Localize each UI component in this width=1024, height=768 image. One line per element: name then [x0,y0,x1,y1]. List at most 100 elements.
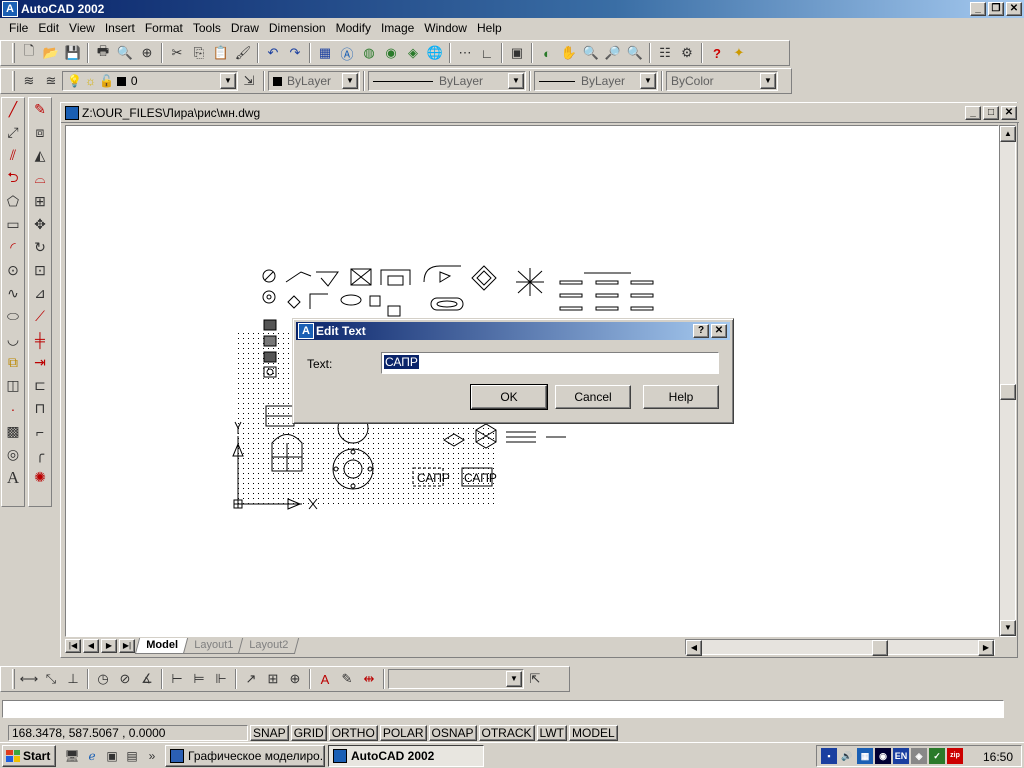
dimension-style-combo[interactable]: ▼ [388,669,524,689]
ucs-icon[interactable]: ∟ [476,42,498,64]
scroll-thumb[interactable] [1000,384,1016,400]
circle-icon[interactable]: ⊙ [2,259,24,282]
app-title-bar[interactable]: A AutoCAD 2002 _ ❐ ✕ [0,0,1024,18]
mirror-icon[interactable]: ◭ [29,144,51,167]
rotate-icon[interactable]: ↻ [29,236,51,259]
more-icon[interactable]: » [142,746,162,766]
insert-block-icon[interactable]: ⧉ [2,351,24,374]
first-tab-icon[interactable]: |◀ [65,639,81,653]
help-icon[interactable]: ? [706,42,728,64]
task-button-word[interactable]: Графическое моделиро... [165,744,325,767]
osnap-button[interactable]: OSNAP [428,725,477,741]
3d-orbit-icon[interactable]: ◐ [536,42,558,64]
angular-dimension-icon[interactable]: ∡ [136,668,158,690]
show-desktop-icon[interactable]: 🖥 [62,746,82,766]
ortho-button[interactable]: ORTHO [328,725,378,741]
tray-app4-icon[interactable]: ✓ [929,748,945,764]
menu-edit[interactable]: Edit [33,19,64,37]
dimension-style-icon[interactable]: ⇱ [524,668,546,690]
cut-icon[interactable]: ✂ [166,42,188,64]
publish-icon[interactable]: ⊕ [136,42,158,64]
fillet-icon[interactable]: ╭ [29,443,51,466]
menu-file[interactable]: File [4,19,33,37]
region-icon[interactable]: ◎ [2,443,24,466]
redo-icon[interactable]: ↷ [284,42,306,64]
aligned-dimension-icon[interactable]: ⤡ [40,668,62,690]
toolbar-grip[interactable] [12,71,15,91]
tab-layout2[interactable]: Layout2 [237,638,300,654]
ellipse-arc-icon[interactable]: ◡ [2,328,24,351]
vertical-scrollbar[interactable]: ▲ ▼ [999,125,1016,637]
undo-icon[interactable]: ↶ [262,42,284,64]
stretch-icon[interactable]: ⊿ [29,282,51,305]
web-icon[interactable]: ◍ [358,42,380,64]
menu-dimension[interactable]: Dimension [264,19,331,37]
restore-button[interactable]: ❐ [988,2,1004,16]
construction-line-icon[interactable]: ⤢ [2,121,24,144]
ellipse-icon[interactable]: ⬭ [2,305,24,328]
color-combo[interactable]: ByLayer ▼ [268,71,360,91]
lwt-button[interactable]: LWT [536,725,567,741]
tolerance-icon[interactable]: ⊞ [262,668,284,690]
adcenter-icon[interactable]: ⚙ [676,42,698,64]
dimension-edit-icon[interactable]: A [314,668,336,690]
tab-model[interactable]: Model [134,638,189,654]
drawing-doc-icon[interactable] [65,106,79,120]
today-icon[interactable]: ✦ [728,42,750,64]
baseline-dimension-icon[interactable]: ⊨ [188,668,210,690]
dimension-update-icon[interactable]: ⇹ [358,668,380,690]
keyboard-layout-indicator[interactable]: EN [893,748,909,764]
rectangle-icon[interactable]: ▭ [2,213,24,236]
sample-text[interactable]: САПР [464,471,497,485]
diameter-dimension-icon[interactable]: ⊘ [114,668,136,690]
trim-icon[interactable]: ╪ [29,328,51,351]
arc-icon[interactable]: ◜ [2,236,24,259]
scale-icon[interactable]: ⊡ [29,259,51,282]
linetype-combo[interactable]: ByLayer ▼ [368,71,526,91]
open-icon[interactable]: 📂 [40,42,62,64]
chevron-down-icon[interactable]: ▼ [760,73,776,89]
break-icon[interactable]: ⊏ [29,374,51,397]
linear-dimension-icon[interactable]: ⟷ [18,668,40,690]
globe-icon[interactable]: 🌐 [424,42,446,64]
close-button[interactable]: ✕ [1006,2,1022,16]
chevron-down-icon[interactable]: ▼ [508,73,524,89]
quick-dimension-icon[interactable]: ⊢ [166,668,188,690]
multiline-icon[interactable]: ⫽ [2,144,24,167]
zip-icon[interactable]: zip [947,748,963,764]
toolbar-grip[interactable] [12,43,15,63]
leader-icon[interactable]: ↗ [240,668,262,690]
offset-icon[interactable]: ⌓ [29,167,51,190]
menu-image[interactable]: Image [376,19,419,37]
named-views-icon[interactable]: ▣ [506,42,528,64]
help-button[interactable]: Help [643,385,719,409]
point-icon[interactable]: · [2,397,24,420]
dialog-close-button[interactable]: ✕ [711,324,727,338]
grid-button[interactable]: GRID [290,725,327,741]
drawing-title-bar[interactable]: Z:\OUR_FILES\Лира\рис\мн.dwg _ □ ✕ [61,103,1019,123]
array-icon[interactable]: ⊞ [29,190,51,213]
browse-icon[interactable]: ◉ [380,42,402,64]
layer-combo[interactable]: 💡 ☼ 🔓 0 ▼ [62,71,238,91]
properties-icon[interactable]: ☷ [654,42,676,64]
copy-icon[interactable]: ⎘ [188,42,210,64]
zoom-previous-icon[interactable]: 🔍 [624,42,646,64]
tray-app3-icon[interactable]: ◈ [911,748,927,764]
lengthen-icon[interactable]: ⟋ [29,305,51,328]
center-mark-icon[interactable]: ⊕ [284,668,306,690]
menu-help[interactable]: Help [472,19,507,37]
tab-layout1[interactable]: Layout1 [182,638,245,654]
pan-realtime-icon[interactable]: ✋ [558,42,580,64]
erase-icon[interactable]: ✎ [29,98,51,121]
scroll-down-icon[interactable]: ▼ [1000,620,1016,636]
extend-icon[interactable]: ⇥ [29,351,51,374]
start-button[interactable]: Start [2,744,56,767]
hscroll-thumb[interactable] [872,640,888,656]
menu-modify[interactable]: Modify [331,19,376,37]
drawing-close-button[interactable]: ✕ [1001,106,1017,120]
horizontal-scrollbar[interactable]: ◀ ▶ [685,639,995,656]
model-button[interactable]: MODEL [568,725,618,741]
chevron-down-icon[interactable]: ▼ [506,671,522,687]
ok-button[interactable]: OK [470,384,548,410]
network-icon[interactable]: ◈ [402,42,424,64]
